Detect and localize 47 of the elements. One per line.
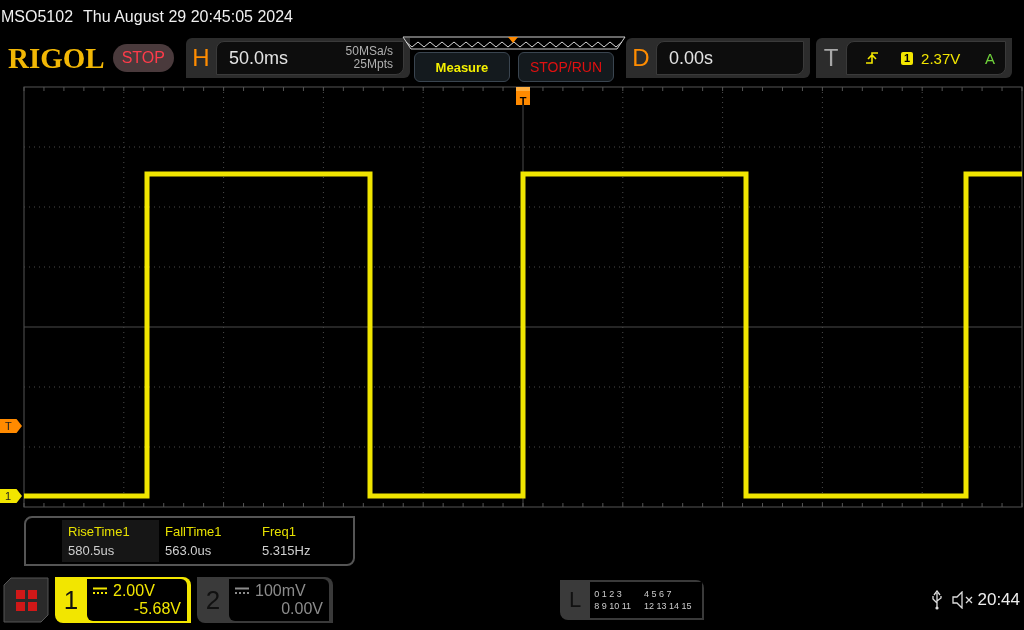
trigger-level-marker[interactable]: T bbox=[0, 419, 22, 433]
menu-icon bbox=[3, 577, 49, 623]
horizontal-label: H bbox=[191, 44, 211, 72]
trigger-position-marker[interactable]: T bbox=[516, 87, 530, 105]
channel-offset: -5.68V bbox=[132, 600, 181, 618]
delay-panel[interactable]: D 0.00s bbox=[625, 38, 810, 78]
rising-edge-icon bbox=[864, 51, 879, 65]
measurement-item[interactable]: FallTime1 563.0us bbox=[159, 520, 256, 562]
trigger-label: T bbox=[822, 44, 840, 72]
delay-label: D bbox=[631, 44, 651, 72]
trigger-level: 2.37V bbox=[921, 49, 962, 67]
measurement-value: 563.0us bbox=[165, 543, 213, 558]
brand-logo: RIGOL bbox=[8, 41, 105, 75]
trigger-source-badge: 1 bbox=[900, 51, 914, 65]
channel-number: 1 bbox=[62, 583, 80, 617]
channel-panel[interactable]: 1 2.00V -5.68V bbox=[55, 577, 191, 623]
dc-coupling-icon bbox=[235, 587, 249, 595]
usb-icon bbox=[931, 590, 944, 610]
measurement-name: RiseTime1 bbox=[68, 524, 131, 539]
trigger-panel[interactable]: T 1 2.37V A bbox=[815, 38, 1012, 78]
channel-scale: 2.00V bbox=[113, 582, 155, 600]
logic-channel-numbers: 4 5 6 7 bbox=[643, 589, 673, 599]
memory-depth: 25Mpts bbox=[353, 58, 393, 71]
dc-coupling-icon bbox=[93, 587, 107, 595]
measurement-value: 580.5us bbox=[68, 543, 116, 558]
sample-rate: 50MSa/s bbox=[345, 45, 393, 58]
channel-marker[interactable]: 1 bbox=[0, 489, 22, 503]
channel-offset: 0.00V bbox=[280, 600, 323, 618]
logic-channel-numbers: 12 13 14 15 bbox=[643, 601, 693, 611]
channel-scale: 100mV bbox=[255, 582, 306, 600]
logic-channel-numbers: 8 9 10 11 bbox=[594, 601, 633, 611]
stop-run-button[interactable]: STOP/RUN bbox=[517, 52, 614, 82]
measurement-item[interactable]: Freq1 5.315Hz bbox=[256, 520, 353, 562]
timebase-value: 50.0ms bbox=[228, 47, 289, 69]
clock-time: 20:44 bbox=[977, 590, 1020, 610]
delay-value: 0.00s bbox=[668, 47, 714, 69]
model-name: MSO5102 bbox=[1, 8, 74, 26]
measurement-name: FallTime1 bbox=[165, 524, 223, 539]
measurement-item[interactable]: RiseTime1 580.5us bbox=[62, 520, 159, 562]
date-time: Thu August 29 20:45:05 2024 bbox=[83, 8, 293, 26]
logic-channel-numbers: 0 1 2 3 bbox=[594, 589, 623, 599]
measurement-value: 5.315Hz bbox=[262, 543, 312, 558]
measure-button[interactable]: Measure bbox=[413, 52, 510, 82]
trigger-mode: A bbox=[984, 49, 995, 67]
horizontal-panel[interactable]: H 50.0ms 50MSa/s 25Mpts bbox=[185, 38, 410, 78]
run-state-badge: STOP bbox=[112, 44, 174, 72]
measurement-name: Freq1 bbox=[262, 524, 297, 539]
